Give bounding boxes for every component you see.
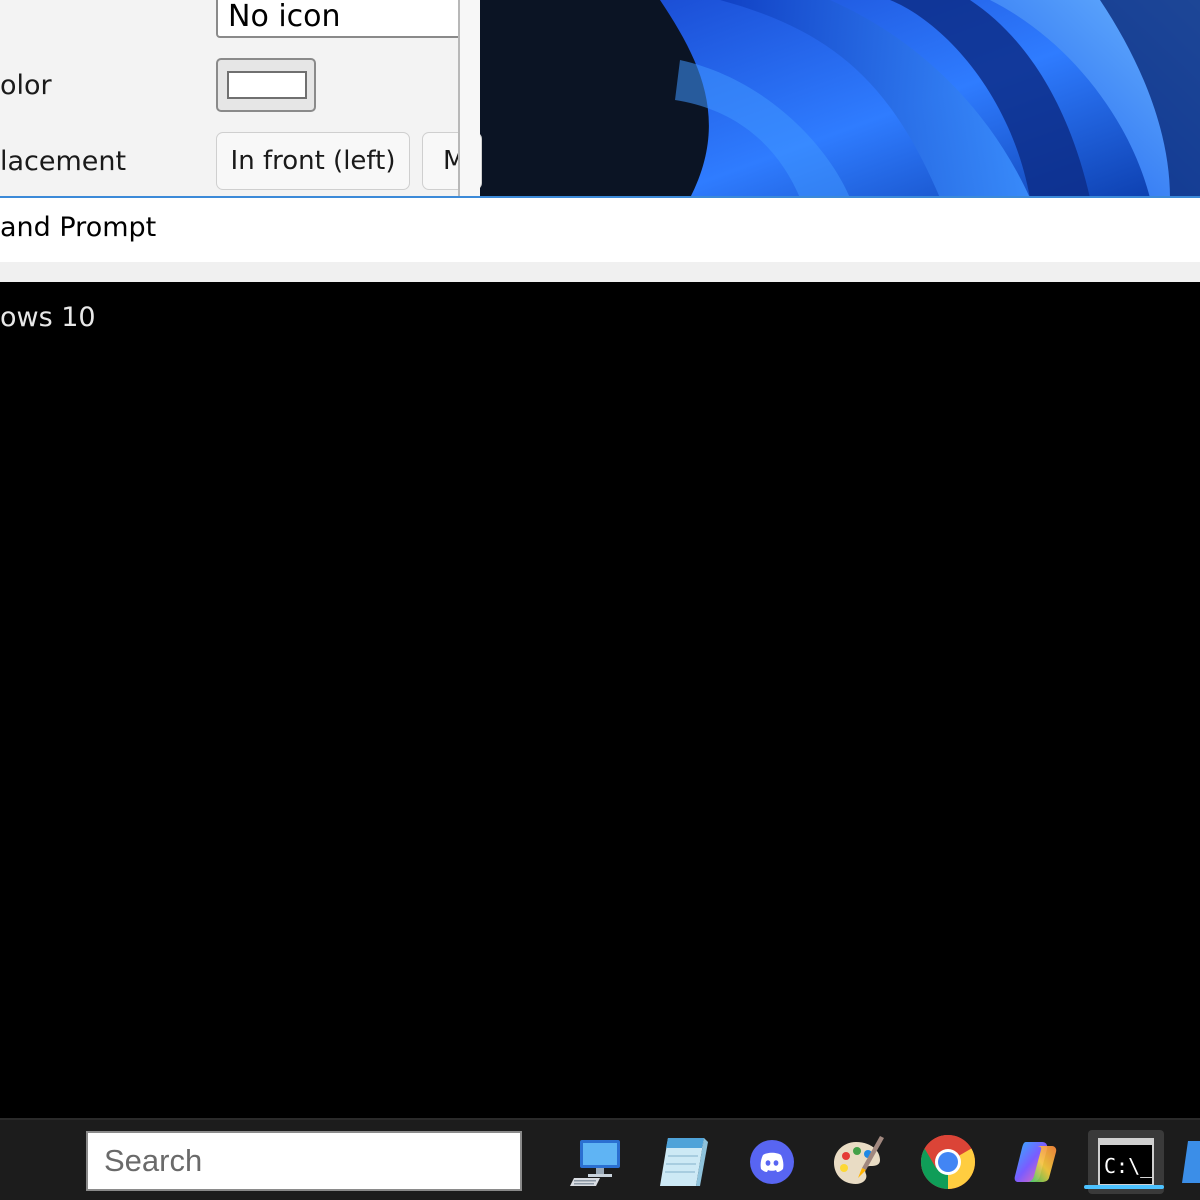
cmd-console-area[interactable]: ows 10 <box>0 282 1200 1118</box>
console-output-line: ows 10 <box>0 302 96 333</box>
taskbar-search-box[interactable]: Search <box>86 1131 522 1191</box>
notepad-icon <box>660 1138 708 1186</box>
icon-dropdown-value: No icon <box>228 0 341 34</box>
clipped-app-taskbar-button[interactable] <box>1180 1130 1200 1194</box>
paint-taskbar-button[interactable] <box>826 1130 890 1194</box>
this-pc-taskbar-button[interactable] <box>566 1130 630 1194</box>
color-swatch <box>227 71 307 99</box>
discord-icon <box>750 1140 794 1184</box>
paint-palette-icon <box>834 1136 884 1184</box>
app-icon <box>1182 1141 1200 1183</box>
placement-label: lacement <box>0 146 127 177</box>
placement-front-left-button[interactable]: In front (left) <box>216 132 410 190</box>
copilot-icon <box>1014 1142 1057 1182</box>
wallpaper-bloom-graphic <box>470 0 1200 198</box>
chrome-taskbar-button[interactable] <box>916 1130 980 1194</box>
color-label: olor <box>0 70 52 101</box>
command-prompt-icon: C:\_ <box>1098 1138 1154 1186</box>
cmd-titlebar-divider <box>0 262 1200 282</box>
discord-taskbar-button[interactable] <box>740 1130 804 1194</box>
search-placeholder: Search <box>104 1143 203 1178</box>
settings-dialog: No icon olor lacement In front (left) M <box>0 0 482 198</box>
cmd-window-title: and Prompt <box>0 212 157 243</box>
computer-icon <box>570 1140 620 1186</box>
active-app-indicator <box>1084 1185 1164 1189</box>
dialog-scroll-edge <box>458 0 480 198</box>
chrome-icon <box>920 1135 976 1189</box>
desktop: No icon olor lacement In front (left) M … <box>0 0 1200 1200</box>
icon-dropdown[interactable]: No icon <box>216 0 476 38</box>
command-prompt-icon-text: C:\_ <box>1104 1154 1153 1178</box>
cmd-titlebar[interactable]: and Prompt <box>0 198 1200 262</box>
desktop-wallpaper <box>470 0 1200 198</box>
taskbar: Search C:\_ <box>0 1118 1200 1200</box>
copilot-taskbar-button[interactable] <box>1004 1130 1068 1194</box>
notepad-taskbar-button[interactable] <box>650 1130 714 1194</box>
color-picker-button[interactable] <box>216 58 316 112</box>
